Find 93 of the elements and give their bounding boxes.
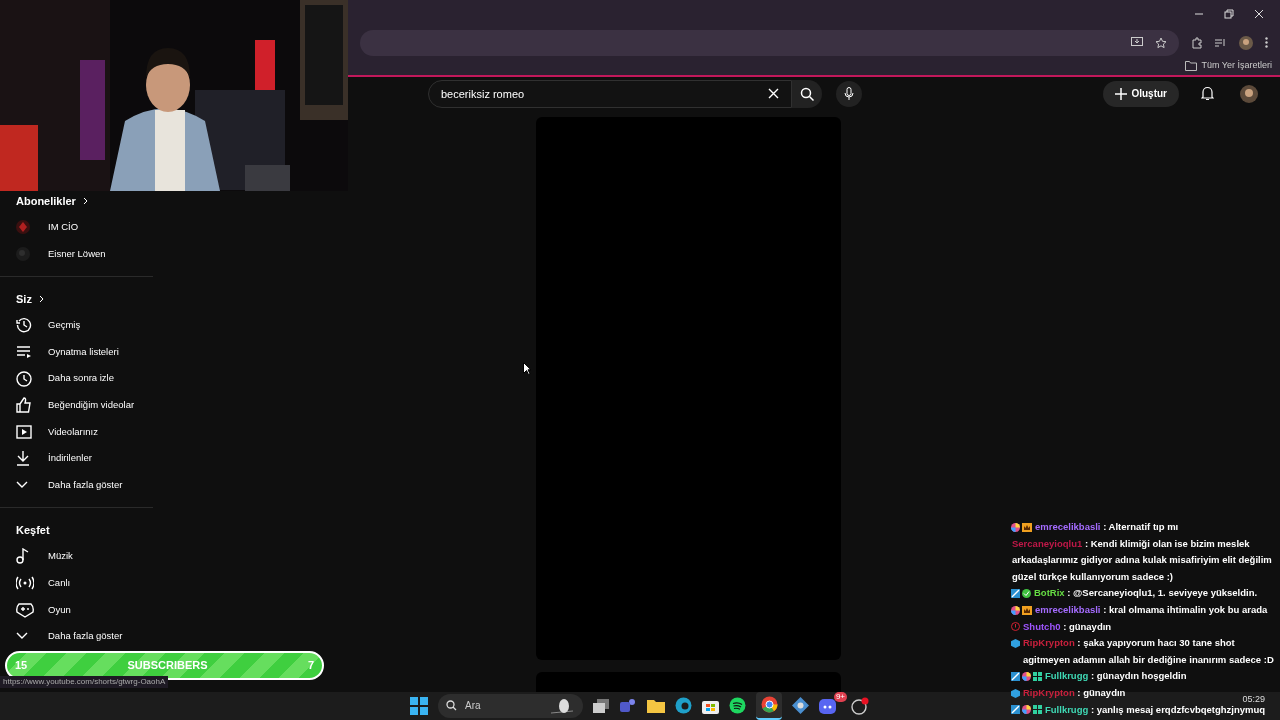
- channel-avatar-icon: [16, 220, 30, 235]
- edge-icon[interactable]: [675, 697, 692, 715]
- app-icon[interactable]: [792, 697, 809, 715]
- status-url: https://www.youtube.com/shorts/gtwrg-OaohA: [0, 676, 169, 688]
- search-icon: [800, 86, 814, 101]
- sidebar-item[interactable]: Eisner Löwen: [0, 240, 153, 268]
- start-icon[interactable]: [410, 696, 428, 715]
- restore-icon[interactable]: [1224, 9, 1234, 19]
- section-heading[interactable]: Siz: [16, 290, 32, 308]
- media-icon[interactable]: [1215, 37, 1227, 48]
- rainbow-badge-icon: [1011, 522, 1020, 532]
- chevron-down-icon: [16, 480, 28, 489]
- video-icon: [16, 424, 32, 439]
- chevron-down-icon: [16, 632, 28, 641]
- chat-message: Shutch0 : günaydın: [1023, 619, 1112, 634]
- microphone-button[interactable]: [836, 80, 862, 107]
- search-field[interactable]: beceriksiz romeo: [428, 79, 792, 108]
- playlist-icon: [16, 344, 32, 359]
- sidebar-item[interactable]: Daha fazla göster: [0, 622, 153, 650]
- sidebar-item[interactable]: Müzik: [0, 543, 153, 570]
- sword-badge-icon: [1011, 589, 1020, 599]
- notification-badge: 9+: [833, 691, 847, 702]
- cursor-icon: [523, 362, 531, 375]
- rainbow-badge-icon: [1022, 705, 1031, 715]
- discord-icon[interactable]: [819, 698, 836, 714]
- taskbar-search[interactable]: Ara: [438, 693, 583, 718]
- channel-avatar-icon: [16, 246, 30, 261]
- star-icon[interactable]: [1155, 36, 1167, 49]
- chat-message: emrecelikbasli : kral olmama ihtimalin yok bu arada: [1035, 602, 1268, 617]
- cube-badge-icon: [1011, 638, 1020, 648]
- chat-message: RipKrypton : günaydın: [1023, 685, 1126, 700]
- spotify-icon[interactable]: [729, 697, 746, 715]
- music-note-icon: [16, 548, 30, 565]
- chevron-right-icon[interactable]: [82, 196, 88, 205]
- chrome-icon: [760, 696, 778, 714]
- history-icon: [16, 317, 32, 334]
- sidebar-item[interactable]: Oynatma listeleri: [0, 338, 153, 366]
- sidebar-item[interactable]: Beğendiğim videolar: [0, 391, 153, 419]
- thumbs-up-icon: [16, 397, 32, 414]
- chat-message: RipKrypton : şaka yapıyorum hacı 30 tane shot agitmeyen adamın allah bir dediğine inanırım sadece :D: [1023, 636, 1275, 667]
- crown-badge-icon: [1022, 522, 1032, 532]
- crown-badge-icon: [1022, 605, 1032, 615]
- alert-badge-icon: [1011, 622, 1020, 632]
- goal-label: SUBSCRIBERS: [126, 658, 209, 674]
- chrome-taskbar-button[interactable]: [756, 691, 782, 720]
- sidebar-item[interactable]: Daha sonra izle: [0, 365, 153, 392]
- sword-badge-icon: [1011, 705, 1020, 715]
- sidebar-item[interactable]: Videolarınız: [0, 418, 153, 445]
- sidebar-item[interactable]: Oyun: [0, 596, 153, 623]
- search-icon: [446, 700, 457, 712]
- section-heading: Keşfet: [16, 522, 50, 538]
- plus-icon: [1115, 87, 1128, 100]
- rainbow-badge-icon: [1011, 605, 1020, 615]
- sidebar-item[interactable]: Geçmiş: [0, 312, 153, 339]
- chat-message: Sercaneyioqlu1 : Kendi klimiği olan ise bizim meslek arkadaşlarımız gidiyor adına kulak misafiriyim elit değilim güzel türkçe kullanıyorum sadece :): [1012, 536, 1273, 584]
- gamepad-icon: [16, 601, 34, 618]
- teams-icon[interactable]: [619, 697, 637, 714]
- chat-message: Fullkrugg : günaydın hoşgeldin: [1045, 669, 1187, 684]
- check-badge-icon: [1022, 589, 1031, 599]
- chat-message: BotRix : @Sercaneyioqlu1, 1. seviyeye yükseldin.: [1034, 586, 1258, 601]
- task-view-icon[interactable]: [593, 698, 609, 713]
- sword-badge-icon: [1011, 672, 1020, 682]
- account-avatar-icon[interactable]: [1240, 84, 1258, 103]
- microphone-icon: [844, 86, 854, 101]
- app-icon[interactable]: [851, 696, 869, 715]
- sidebar-item[interactable]: Daha fazla göster: [0, 471, 153, 499]
- goal-current: 15: [15, 658, 28, 674]
- goal-target: 7: [307, 658, 314, 674]
- chat-message: emrecelikbasli : Alternatif tıp mı: [1035, 520, 1179, 534]
- folder-icon: [1185, 61, 1198, 72]
- search-button[interactable]: [792, 79, 822, 108]
- section-heading[interactable]: Abonelikler: [16, 192, 76, 210]
- clock-icon: [16, 370, 32, 387]
- create-button[interactable]: Oluştur: [1103, 80, 1179, 107]
- folder-icon[interactable]: [647, 698, 665, 714]
- more-menu-icon[interactable]: [1265, 37, 1268, 48]
- extensions-icon[interactable]: [1191, 36, 1203, 49]
- notifications-icon[interactable]: [1201, 86, 1214, 102]
- sidebar-item[interactable]: IM CİO: [0, 213, 153, 241]
- bookmarks-folder[interactable]: Tüm Yer İşaretleri: [1201, 59, 1272, 73]
- live-icon: [16, 576, 34, 591]
- sidebar-item[interactable]: İndirilenler: [0, 445, 153, 472]
- profile-avatar-icon[interactable]: [1239, 35, 1253, 50]
- grid-badge-icon: [1033, 705, 1042, 715]
- cube-badge-icon: [1011, 688, 1020, 698]
- rainbow-badge-icon: [1022, 672, 1031, 682]
- download-icon: [16, 450, 30, 467]
- sidebar-item[interactable]: Canlı: [0, 569, 153, 597]
- close-icon[interactable]: [1254, 9, 1264, 19]
- chevron-right-icon[interactable]: [38, 295, 44, 304]
- grid-badge-icon: [1033, 672, 1042, 682]
- install-icon[interactable]: [1131, 37, 1143, 48]
- clear-icon[interactable]: [768, 88, 779, 100]
